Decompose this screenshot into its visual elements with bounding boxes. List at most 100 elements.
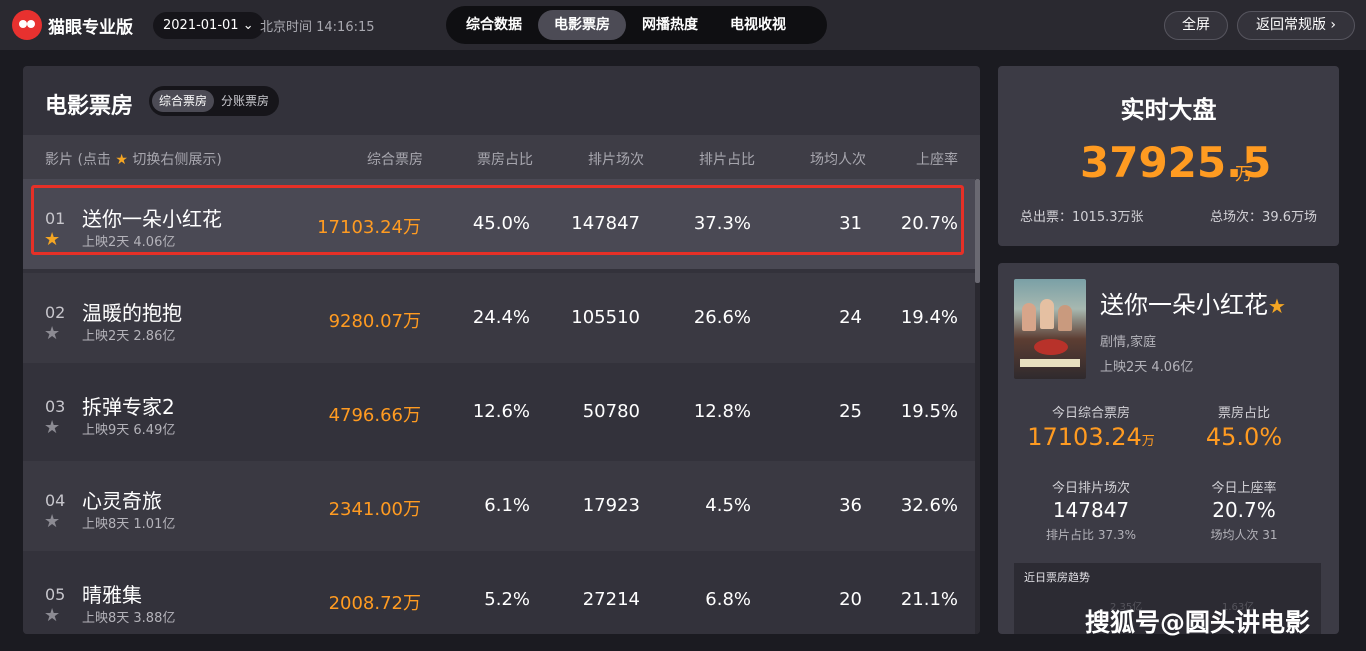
total-tickets: 总出票：1015.3万张	[1020, 210, 1144, 225]
movie-detail-card: 送你一朵小红花★ 剧情,家庭 上映2天 4.06亿 今日综合票房 17103.2…	[998, 263, 1339, 634]
movie-info: 上映2天 2.86亿	[82, 329, 176, 344]
realtime-total-card: 实时大盘 37925.5 万 总出票：1015.3万张 总场次：39.6万场	[998, 66, 1339, 246]
movie-title: 温暖的抱抱	[82, 301, 182, 325]
top-bar: 猫眼专业版 2021-01-01 ⌄ 北京时间 14:16:15 综合数据 电影…	[0, 0, 1366, 50]
logo[interactable]: 猫眼专业版	[12, 9, 133, 41]
today-box-number: 17103.24	[1027, 423, 1142, 451]
cat-logo-icon	[12, 10, 42, 40]
movie-title: 晴雅集	[82, 583, 142, 607]
movie-info: 上映8天 1.01亿	[82, 517, 176, 532]
col-avg-viewers[interactable]: 场均人次	[810, 149, 866, 169]
col-box-office[interactable]: 综合票房	[367, 149, 423, 169]
table-row[interactable]: 05 ★ 晴雅集 上映8天 3.88亿 2008.72万 5.2% 27214 6.8% 20 2…	[23, 555, 975, 634]
scrollbar-thumb[interactable]	[975, 179, 980, 283]
show-share-value: 6.8%	[705, 589, 751, 610]
poster-figure	[1040, 299, 1054, 329]
return-normal-button[interactable]: 返回常规版 ›	[1237, 11, 1355, 40]
movie-info: 上映8天 3.88亿	[82, 611, 176, 626]
today-box-value: 17103.24万	[1016, 423, 1166, 451]
today-box-label: 今日综合票房	[1051, 406, 1130, 421]
shows-value: 27214	[582, 589, 640, 610]
occupancy-value: 19.5%	[900, 401, 958, 422]
box-office-value: 9280.07万	[328, 311, 421, 332]
toggle-combined[interactable]: 综合票房	[152, 90, 215, 112]
box-share-value: 12.6%	[472, 401, 530, 422]
box-share-value: 5.2%	[484, 589, 530, 610]
tab-tv-ratings[interactable]: 电视收视	[714, 10, 802, 40]
detail-title: 送你一朵小红花★	[1100, 285, 1286, 320]
return-label: 返回常规版	[1255, 17, 1326, 33]
detail-release: 上映2天 4.06亿	[1100, 360, 1194, 375]
star-icon[interactable]: ★	[44, 511, 60, 532]
occupancy-sub: 场均人次 31	[1210, 528, 1278, 542]
toggle-split[interactable]: 分账票房	[214, 90, 276, 112]
beijing-time: 北京时间 14:16:15	[260, 20, 375, 35]
realtime-unit: 万	[1235, 164, 1253, 185]
box-share-value: 6.1%	[484, 495, 530, 516]
shows-value: 147847	[1052, 498, 1130, 522]
avg-viewers-value: 20	[839, 589, 862, 610]
avg-viewers-value: 36	[839, 495, 862, 516]
today-box-unit: 万	[1141, 434, 1155, 449]
col-film-suffix: 切换右侧展示)	[132, 152, 222, 168]
occupancy-label: 今日上座率	[1211, 481, 1277, 496]
table-row[interactable]: 03 ★ 拆弹专家2 上映9天 6.49亿 4796.66万 12.6% 50780 12.8…	[23, 367, 975, 457]
star-icon[interactable]: ★	[44, 417, 60, 438]
shows-sub: 排片占比 37.3%	[1046, 528, 1136, 542]
table-row[interactable]: 02 ★ 温暖的抱抱 上映2天 2.86亿 9280.07万 24.4% 105510 26.…	[23, 273, 975, 363]
shows-label: 今日排片场次	[1051, 481, 1130, 496]
col-film: 影片 (点击 ★ 切换右侧展示)	[45, 149, 222, 169]
date-picker[interactable]: 2021-01-01 ⌄	[153, 12, 264, 39]
trend-title: 近日票房趋势	[1024, 571, 1090, 584]
avg-viewers-value: 25	[839, 401, 862, 422]
fullscreen-button[interactable]: 全屏	[1164, 11, 1228, 40]
rank-number: 04	[45, 491, 66, 510]
col-film-label: 影片 (点击	[45, 152, 111, 168]
shows-value: 50780	[582, 401, 640, 422]
occupancy-value: 20.7%	[1212, 498, 1276, 522]
chevron-right-icon: ›	[1330, 17, 1337, 33]
detail-title-text: 送你一朵小红花	[1100, 291, 1268, 319]
star-icon: ★	[115, 152, 128, 168]
poster-figure	[1022, 303, 1036, 331]
col-box-share[interactable]: 票房占比	[477, 149, 533, 169]
box-office-value: 2008.72万	[328, 593, 421, 614]
logo-text: 猫眼专业版	[48, 17, 133, 38]
movie-info: 上映9天 6.49亿	[82, 423, 176, 438]
watermark: 搜狐号@圆头讲电影	[1085, 608, 1311, 637]
main-nav: 综合数据 电影票房 网播热度 电视收视	[446, 6, 827, 44]
box-office-value: 4796.66万	[328, 405, 421, 426]
box-share-value: 24.4%	[472, 307, 530, 328]
show-share-value: 4.5%	[705, 495, 751, 516]
col-shows[interactable]: 排片场次	[588, 149, 644, 169]
share-label: 票房占比	[1217, 406, 1270, 421]
detail-genre: 剧情,家庭	[1100, 335, 1157, 350]
tab-overview[interactable]: 综合数据	[450, 10, 538, 40]
poster-flower	[1034, 339, 1068, 355]
date-value: 2021-01-01	[163, 18, 239, 33]
poster-figure	[1058, 305, 1072, 331]
col-show-share[interactable]: 排片占比	[699, 149, 755, 169]
realtime-title: 实时大盘	[1120, 96, 1217, 124]
table-row[interactable]: 04 ★ 心灵奇旅 上映8天 1.01亿 2341.00万 6.1% 17923 4.5% 36…	[23, 461, 975, 551]
panel-title: 电影票房	[45, 94, 134, 119]
col-occupancy[interactable]: 上座率	[916, 149, 958, 169]
box-office-type-toggle: 综合票房 分账票房	[149, 86, 280, 116]
star-icon[interactable]: ★	[44, 323, 60, 344]
star-icon[interactable]: ★	[44, 605, 60, 626]
avg-viewers-value: 24	[839, 307, 862, 328]
chevron-down-icon: ⌄	[242, 18, 254, 33]
occupancy-value: 21.1%	[900, 589, 958, 610]
poster-table	[1020, 359, 1080, 367]
occupancy-value: 19.4%	[900, 307, 958, 328]
tab-movie-box-office[interactable]: 电影票房	[538, 10, 626, 40]
box-office-panel: 电影票房 综合票房 分账票房 影片 (点击 ★ 切换右侧展示) 综合票房 票房占…	[23, 66, 980, 634]
tab-streaming[interactable]: 网播热度	[626, 10, 714, 40]
total-shows: 总场次：39.6万场	[1210, 210, 1317, 225]
rank-number: 02	[45, 303, 66, 322]
rank-number: 03	[45, 397, 66, 416]
star-icon[interactable]: ★	[1268, 294, 1286, 318]
movie-title: 心灵奇旅	[82, 489, 162, 513]
movie-poster[interactable]	[1014, 279, 1086, 379]
share-value: 45.0%	[1205, 423, 1283, 451]
